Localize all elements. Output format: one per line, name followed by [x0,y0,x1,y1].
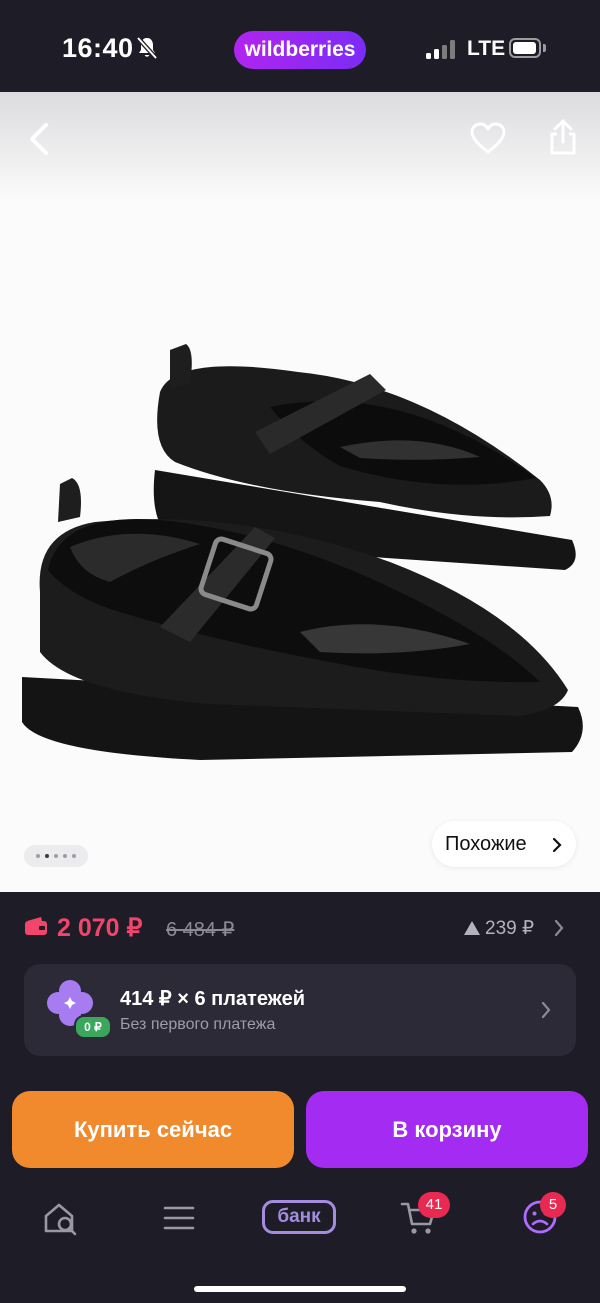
profile-count-badge: 5 [540,1192,566,1218]
status-time: 16:40 [62,33,134,63]
buy-now-button[interactable]: Купить сейчас [12,1091,294,1168]
triangle-up-icon [464,921,480,935]
price-delta-value: 239 ₽ [485,918,535,939]
tab-bar: банк 41 5 [0,1180,600,1303]
installment-card[interactable]: 0 ₽ 414 ₽ × 6 платежей Без первого плате… [24,964,576,1056]
price-delta: 239 ₽ [464,917,534,940]
installment-subtitle: Без первого платежа [120,1016,276,1033]
battery-tip [543,44,546,52]
gallery-pager [24,845,88,867]
bell-muted-icon [136,36,158,60]
chevron-right-icon [541,1001,551,1019]
add-to-cart-button[interactable]: В корзину [306,1091,588,1168]
battery-icon [509,38,541,58]
brand-logo[interactable]: wildberries [234,31,366,69]
cart-count-badge: 41 [418,1192,450,1218]
price-row[interactable]: 2 070 ₽ 6 484 ₽ 239 ₽ [0,892,600,964]
home-search-icon[interactable] [42,1200,78,1236]
price-old: 6 484 ₽ [166,919,235,941]
chevron-right-icon[interactable] [553,919,565,937]
chevron-right-icon [552,837,562,853]
bank-tab[interactable]: банк [262,1200,336,1234]
wallet-icon [25,917,47,935]
heart-icon[interactable] [470,122,506,156]
shoes-illustration [0,92,600,760]
product-image[interactable]: Похожие [0,92,600,892]
status-bar: 16:40 wildberries LTE [0,0,600,92]
menu-icon[interactable] [163,1204,195,1232]
network-type: LTE [467,37,506,60]
similar-button[interactable]: Похожие [432,821,576,867]
signal-icon [426,39,458,59]
home-indicator [194,1286,406,1292]
share-icon[interactable] [548,118,578,156]
installment-title: 414 ₽ × 6 платежей [120,988,306,1010]
price-current: 2 070 ₽ [57,914,143,942]
zero-badge: 0 ₽ [74,1015,112,1039]
back-icon[interactable] [26,122,52,156]
similar-label: Похожие [445,833,527,855]
